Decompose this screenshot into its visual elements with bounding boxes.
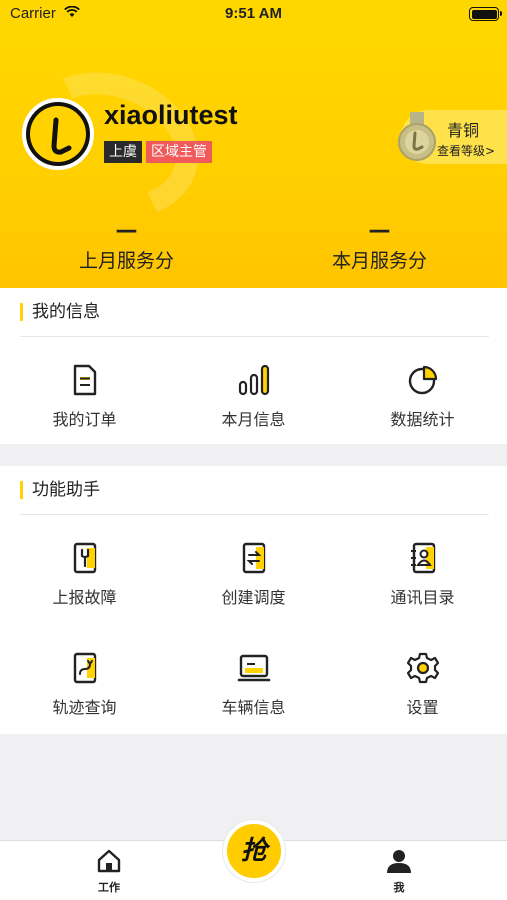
- contacts-directory-button[interactable]: 通讯目录: [338, 540, 507, 608]
- create-dispatch-button[interactable]: 创建调度: [169, 540, 338, 608]
- tab-work-label: 工作: [98, 881, 120, 894]
- divider: [20, 514, 489, 515]
- monthly-info-button[interactable]: 本月信息: [169, 362, 338, 430]
- this-month-score: — 本月服务分: [253, 220, 506, 273]
- home-icon: [97, 849, 121, 873]
- contacts-book-icon: [338, 540, 507, 574]
- avatar-logo-icon: [51, 117, 72, 155]
- role-tag: 区域主管: [146, 141, 212, 163]
- vehicle-info-label: 车辆信息: [221, 698, 286, 717]
- person-icon: [387, 850, 411, 873]
- track-query-button[interactable]: 轨迹查询: [0, 650, 169, 718]
- level-badge[interactable]: 青铜 查看等级>: [398, 110, 507, 164]
- tab-work[interactable]: 工作: [79, 849, 139, 895]
- report-fault-label: 上报故障: [52, 588, 117, 607]
- my-orders-label: 我的订单: [52, 410, 117, 429]
- vehicle-info-button[interactable]: 车辆信息: [169, 650, 338, 718]
- monthly-info-label: 本月信息: [221, 410, 286, 429]
- clock: 9:51 AM: [225, 5, 282, 22]
- wrench-report-icon: [0, 540, 169, 574]
- order-document-icon: [0, 362, 169, 396]
- dispatch-document-icon: [169, 540, 338, 574]
- my-info-title: 我的信息: [20, 288, 100, 336]
- settings-label: 设置: [406, 698, 439, 717]
- my-info-section: 我的信息 我的订单 本月信息 数据统计: [0, 288, 507, 444]
- medal-icon: [397, 112, 437, 168]
- grab-order-button[interactable]: 抢: [223, 820, 285, 882]
- username: xiaoliutest: [104, 100, 238, 130]
- vehicle-screen-icon: [169, 650, 338, 684]
- level-name: 青铜: [447, 121, 480, 140]
- statistics-label: 数据统计: [390, 410, 455, 429]
- function-assistant-section: 功能助手 上报故障 创建调度 通讯目录 轨迹查询 车辆信息 设置: [0, 466, 507, 734]
- gear-icon: [338, 650, 507, 684]
- report-fault-button[interactable]: 上报故障: [0, 540, 169, 608]
- profile-header: Carrier 9:51 AM xiaoliutest 上虞 区域主管 青铜 查…: [0, 0, 507, 288]
- pie-chart-icon: [338, 362, 507, 396]
- battery-icon: [469, 7, 502, 21]
- divider: [20, 336, 489, 337]
- settings-button[interactable]: 设置: [338, 650, 507, 718]
- my-orders-button[interactable]: 我的订单: [0, 362, 169, 430]
- last-month-score-label: 上月服务分: [78, 250, 174, 272]
- tab-me-label: 我: [393, 881, 405, 894]
- city-tag: 上虞: [104, 141, 142, 163]
- create-dispatch-label: 创建调度: [221, 588, 286, 607]
- signal-bars-icon: [169, 362, 338, 396]
- track-query-label: 轨迹查询: [52, 698, 117, 717]
- view-level-link[interactable]: 查看等级>: [437, 142, 495, 159]
- last-month-score-value: —: [115, 218, 138, 243]
- last-month-score: — 上月服务分: [0, 220, 253, 273]
- statistics-button[interactable]: 数据统计: [338, 362, 507, 430]
- this-month-score-value: —: [368, 218, 391, 243]
- this-month-score-label: 本月服务分: [331, 250, 427, 272]
- function-assistant-title: 功能助手: [20, 466, 100, 514]
- route-track-icon: [0, 650, 169, 684]
- avatar[interactable]: [22, 98, 94, 170]
- status-bar: Carrier 9:51 AM: [0, 0, 507, 28]
- contacts-directory-label: 通讯目录: [390, 588, 455, 607]
- tab-me[interactable]: 我: [369, 849, 429, 895]
